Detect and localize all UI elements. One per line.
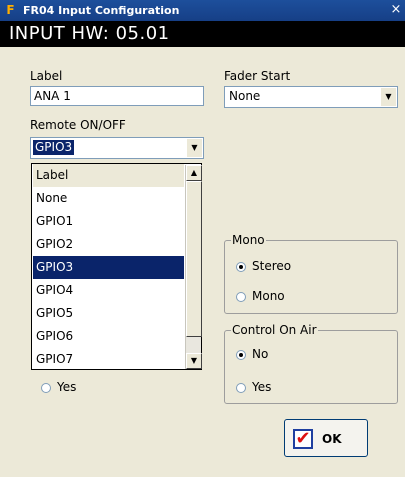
- list-item[interactable]: GPIO2: [33, 233, 184, 256]
- scroll-down-icon[interactable]: ▼: [186, 353, 202, 369]
- left-yes-radio[interactable]: [41, 383, 51, 393]
- list-item-selected[interactable]: GPIO3: [33, 256, 184, 279]
- scrollbar-thumb[interactable]: [186, 181, 202, 337]
- remote-label: Remote ON/OFF: [30, 118, 126, 132]
- list-item[interactable]: GPIO1: [33, 210, 184, 233]
- yes-radio[interactable]: [236, 383, 246, 393]
- fader-start-label: Fader Start: [224, 69, 291, 83]
- app-icon: F: [6, 3, 15, 17]
- list-item[interactable]: Label: [33, 164, 184, 187]
- remote-select[interactable]: GPIO3 ▼: [30, 137, 204, 159]
- ok-button-label: OK: [322, 432, 342, 446]
- list-item[interactable]: None: [33, 187, 184, 210]
- stereo-radio[interactable]: [236, 262, 246, 272]
- label-field-label: Label: [30, 69, 63, 83]
- label-input[interactable]: ANA 1: [30, 86, 204, 106]
- header-title: INPUT HW: 05.01: [9, 23, 170, 44]
- dropdown-scrollbar[interactable]: ▲ ▼: [185, 165, 202, 369]
- window-title: FR04 Input Configuration: [23, 4, 180, 17]
- list-item[interactable]: GPIO7: [33, 348, 184, 371]
- fader-start-select[interactable]: None ▼: [224, 86, 398, 108]
- control-on-air-group: Control On Air: [224, 323, 398, 404]
- mono-group-title: Mono: [231, 233, 266, 247]
- mono-radio[interactable]: [236, 292, 246, 302]
- mono-group: Mono: [224, 233, 398, 314]
- ok-button[interactable]: ✔ OK: [284, 419, 368, 457]
- list-item[interactable]: GPIO5: [33, 302, 184, 325]
- mono-label: Mono: [252, 289, 285, 303]
- close-icon[interactable]: ×: [389, 2, 403, 18]
- list-item[interactable]: GPIO6: [33, 325, 184, 348]
- fader-start-value: None: [229, 89, 261, 103]
- stereo-label: Stereo: [252, 259, 292, 273]
- no-label: No: [252, 347, 269, 361]
- list-item[interactable]: GPIO4: [33, 279, 184, 302]
- no-radio[interactable]: [236, 350, 246, 360]
- yes-label: Yes: [252, 380, 272, 394]
- left-yes-label: Yes: [57, 380, 77, 394]
- control-on-air-title: Control On Air: [231, 323, 318, 337]
- scroll-up-icon[interactable]: ▲: [186, 165, 202, 181]
- remote-value: GPIO3: [33, 140, 75, 155]
- remote-dropdown-list: Label None GPIO1 GPIO2 GPIO3 GPIO4 GPIO5…: [31, 163, 202, 370]
- chevron-down-icon[interactable]: ▼: [381, 88, 396, 106]
- check-icon: ✔: [293, 429, 313, 449]
- chevron-down-icon[interactable]: ▼: [187, 139, 202, 157]
